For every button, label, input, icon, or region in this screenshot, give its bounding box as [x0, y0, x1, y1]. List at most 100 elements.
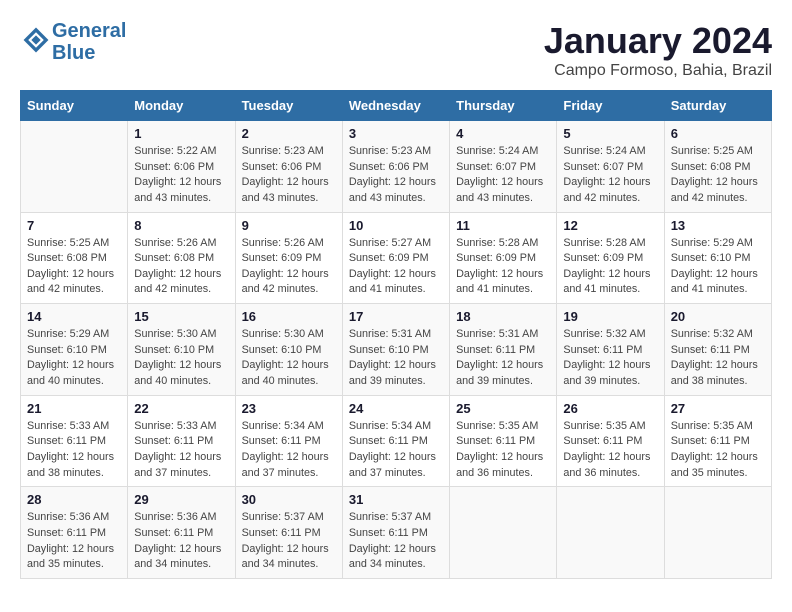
day-info: Sunrise: 5:32 AM Sunset: 6:11 PM Dayligh…	[671, 327, 765, 390]
day-info: Sunrise: 5:35 AM Sunset: 6:11 PM Dayligh…	[671, 419, 765, 482]
day-number: 14	[27, 309, 121, 324]
day-number: 22	[134, 401, 228, 416]
day-number: 5	[563, 126, 657, 141]
calendar-cell: 29 Sunrise: 5:36 AM Sunset: 6:11 PM Dayli…	[128, 487, 235, 579]
calendar-cell: 31 Sunrise: 5:37 AM Sunset: 6:11 PM Dayli…	[342, 487, 449, 579]
day-number: 31	[349, 492, 443, 507]
day-number: 24	[349, 401, 443, 416]
header-day-monday: Monday	[128, 91, 235, 121]
calendar-week-5: 28Sunrise: 5:36 AM Sunset: 6:11 PM Dayli…	[21, 487, 772, 579]
calendar-cell: 28Sunrise: 5:36 AM Sunset: 6:11 PM Dayli…	[21, 487, 128, 579]
day-number: 29	[134, 492, 228, 507]
calendar-cell: 1Sunrise: 5:22 AM Sunset: 6:06 PM Daylig…	[128, 121, 235, 213]
calendar-week-3: 14 Sunrise: 5:29 AM Sunset: 6:10 PM Dayli…	[21, 304, 772, 396]
day-info: Sunrise: 5:31 AM Sunset: 6:11 PM Dayligh…	[456, 327, 550, 390]
calendar-cell: 27 Sunrise: 5:35 AM Sunset: 6:11 PM Dayli…	[664, 395, 771, 487]
calendar-cell: 3 Sunrise: 5:23 AM Sunset: 6:06 PM Daylig…	[342, 121, 449, 213]
day-info: Sunrise: 5:24 AM Sunset: 6:07 PM Dayligh…	[456, 144, 550, 207]
day-info: Sunrise: 5:36 AM Sunset: 6:11 PM Dayligh…	[134, 510, 228, 573]
day-number: 11	[456, 218, 550, 233]
logo: General Blue	[20, 20, 126, 64]
calendar-cell	[450, 487, 557, 579]
calendar-table: SundayMondayTuesdayWednesdayThursdayFrid…	[20, 90, 772, 579]
calendar-cell: 14 Sunrise: 5:29 AM Sunset: 6:10 PM Dayli…	[21, 304, 128, 396]
header-day-saturday: Saturday	[664, 91, 771, 121]
calendar-cell: 18Sunrise: 5:31 AM Sunset: 6:11 PM Dayli…	[450, 304, 557, 396]
day-number: 26	[563, 401, 657, 416]
day-number: 20	[671, 309, 765, 324]
day-number: 9	[242, 218, 336, 233]
day-info: Sunrise: 5:23 AM Sunset: 6:06 PM Dayligh…	[242, 144, 336, 207]
day-info: Sunrise: 5:23 AM Sunset: 6:06 PM Dayligh…	[349, 144, 443, 207]
day-number: 19	[563, 309, 657, 324]
day-info: Sunrise: 5:25 AM Sunset: 6:08 PM Dayligh…	[671, 144, 765, 207]
day-info: Sunrise: 5:26 AM Sunset: 6:09 PM Dayligh…	[242, 236, 336, 299]
day-info: Sunrise: 5:33 AM Sunset: 6:11 PM Dayligh…	[134, 419, 228, 482]
calendar-cell: 22 Sunrise: 5:33 AM Sunset: 6:11 PM Dayli…	[128, 395, 235, 487]
calendar-cell: 9 Sunrise: 5:26 AM Sunset: 6:09 PM Daylig…	[235, 212, 342, 304]
day-info: Sunrise: 5:30 AM Sunset: 6:10 PM Dayligh…	[134, 327, 228, 390]
day-info: Sunrise: 5:28 AM Sunset: 6:09 PM Dayligh…	[456, 236, 550, 299]
header-day-tuesday: Tuesday	[235, 91, 342, 121]
calendar-cell: 17Sunrise: 5:31 AM Sunset: 6:10 PM Dayli…	[342, 304, 449, 396]
calendar-cell: 19 Sunrise: 5:32 AM Sunset: 6:11 PM Dayli…	[557, 304, 664, 396]
title-section: January 2024 Campo Formoso, Bahia, Brazi…	[544, 20, 772, 80]
calendar-cell: 4Sunrise: 5:24 AM Sunset: 6:07 PM Daylig…	[450, 121, 557, 213]
calendar-cell: 20 Sunrise: 5:32 AM Sunset: 6:11 PM Dayli…	[664, 304, 771, 396]
calendar-cell: 2 Sunrise: 5:23 AM Sunset: 6:06 PM Daylig…	[235, 121, 342, 213]
day-info: Sunrise: 5:33 AM Sunset: 6:11 PM Dayligh…	[27, 419, 121, 482]
day-number: 23	[242, 401, 336, 416]
calendar-cell: 21 Sunrise: 5:33 AM Sunset: 6:11 PM Dayli…	[21, 395, 128, 487]
calendar-cell: 25Sunrise: 5:35 AM Sunset: 6:11 PM Dayli…	[450, 395, 557, 487]
day-number: 7	[27, 218, 121, 233]
day-number: 1	[134, 126, 228, 141]
day-info: Sunrise: 5:34 AM Sunset: 6:11 PM Dayligh…	[349, 419, 443, 482]
calendar-cell: 30 Sunrise: 5:37 AM Sunset: 6:11 PM Dayli…	[235, 487, 342, 579]
header-day-friday: Friday	[557, 91, 664, 121]
calendar-cell: 26Sunrise: 5:35 AM Sunset: 6:11 PM Dayli…	[557, 395, 664, 487]
page-header: General Blue January 2024 Campo Formoso,…	[20, 20, 772, 80]
day-info: Sunrise: 5:29 AM Sunset: 6:10 PM Dayligh…	[671, 236, 765, 299]
day-info: Sunrise: 5:30 AM Sunset: 6:10 PM Dayligh…	[242, 327, 336, 390]
day-number: 3	[349, 126, 443, 141]
calendar-cell: 16Sunrise: 5:30 AM Sunset: 6:10 PM Dayli…	[235, 304, 342, 396]
day-info: Sunrise: 5:25 AM Sunset: 6:08 PM Dayligh…	[27, 236, 121, 299]
day-info: Sunrise: 5:28 AM Sunset: 6:09 PM Dayligh…	[563, 236, 657, 299]
day-number: 30	[242, 492, 336, 507]
day-number: 21	[27, 401, 121, 416]
calendar-cell: 5 Sunrise: 5:24 AM Sunset: 6:07 PM Daylig…	[557, 121, 664, 213]
calendar-cell: 11 Sunrise: 5:28 AM Sunset: 6:09 PM Dayli…	[450, 212, 557, 304]
calendar-header-row: SundayMondayTuesdayWednesdayThursdayFrid…	[21, 91, 772, 121]
day-number: 12	[563, 218, 657, 233]
day-info: Sunrise: 5:29 AM Sunset: 6:10 PM Dayligh…	[27, 327, 121, 390]
page-subtitle: Campo Formoso, Bahia, Brazil	[544, 62, 772, 80]
logo-line1: General	[52, 20, 126, 42]
calendar-cell: 24 Sunrise: 5:34 AM Sunset: 6:11 PM Dayli…	[342, 395, 449, 487]
day-number: 2	[242, 126, 336, 141]
day-info: Sunrise: 5:37 AM Sunset: 6:11 PM Dayligh…	[242, 510, 336, 573]
day-info: Sunrise: 5:24 AM Sunset: 6:07 PM Dayligh…	[563, 144, 657, 207]
calendar-week-1: 1Sunrise: 5:22 AM Sunset: 6:06 PM Daylig…	[21, 121, 772, 213]
day-info: Sunrise: 5:35 AM Sunset: 6:11 PM Dayligh…	[456, 419, 550, 482]
day-info: Sunrise: 5:36 AM Sunset: 6:11 PM Dayligh…	[27, 510, 121, 573]
day-number: 27	[671, 401, 765, 416]
day-number: 13	[671, 218, 765, 233]
calendar-cell	[557, 487, 664, 579]
calendar-cell: 7 Sunrise: 5:25 AM Sunset: 6:08 PM Daylig…	[21, 212, 128, 304]
calendar-cell: 15 Sunrise: 5:30 AM Sunset: 6:10 PM Dayli…	[128, 304, 235, 396]
day-info: Sunrise: 5:27 AM Sunset: 6:09 PM Dayligh…	[349, 236, 443, 299]
day-number: 15	[134, 309, 228, 324]
calendar-cell: 13 Sunrise: 5:29 AM Sunset: 6:10 PM Dayli…	[664, 212, 771, 304]
calendar-cell	[21, 121, 128, 213]
logo-line2: Blue	[52, 42, 126, 64]
calendar-cell: 8Sunrise: 5:26 AM Sunset: 6:08 PM Daylig…	[128, 212, 235, 304]
day-info: Sunrise: 5:31 AM Sunset: 6:10 PM Dayligh…	[349, 327, 443, 390]
header-day-wednesday: Wednesday	[342, 91, 449, 121]
header-day-sunday: Sunday	[21, 91, 128, 121]
day-info: Sunrise: 5:34 AM Sunset: 6:11 PM Dayligh…	[242, 419, 336, 482]
calendar-cell: 6 Sunrise: 5:25 AM Sunset: 6:08 PM Daylig…	[664, 121, 771, 213]
day-info: Sunrise: 5:37 AM Sunset: 6:11 PM Dayligh…	[349, 510, 443, 573]
day-info: Sunrise: 5:32 AM Sunset: 6:11 PM Dayligh…	[563, 327, 657, 390]
day-info: Sunrise: 5:26 AM Sunset: 6:08 PM Dayligh…	[134, 236, 228, 299]
day-number: 6	[671, 126, 765, 141]
